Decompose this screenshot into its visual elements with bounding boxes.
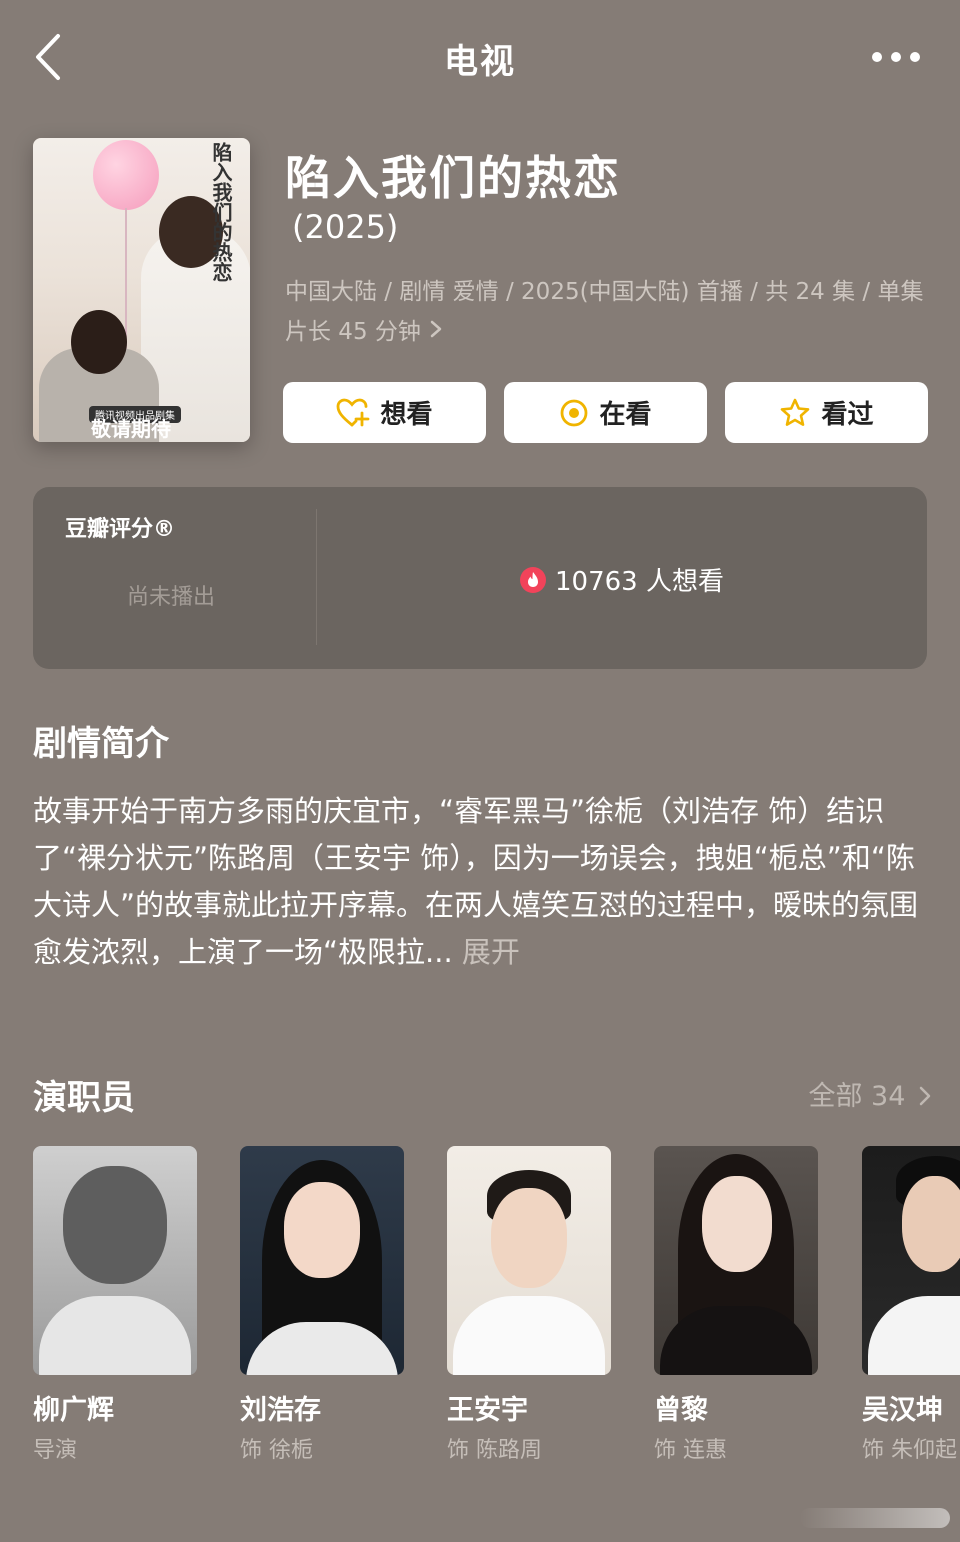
watched-label: 看过 [821, 400, 874, 430]
cast-name: 曾黎 [654, 1395, 708, 1426]
rating-card: 豆瓣评分® 尚未播出 10763 人想看 [33, 487, 927, 669]
cast-role: 饰 朱仰起 [862, 1438, 957, 1463]
cast-photo [240, 1146, 404, 1375]
cast-role: 饰 连惠 [654, 1438, 727, 1463]
show-title: 陷入我们的热恋 [285, 151, 621, 205]
poster-balloon [93, 140, 159, 210]
more-dot-icon [891, 52, 901, 62]
cast-view-all-link[interactable]: 全部 34 [808, 1074, 932, 1113]
chevron-right-icon [429, 312, 443, 352]
synopsis-heading: 剧情简介 [33, 724, 169, 764]
cast-photo [654, 1146, 818, 1375]
cast-name: 王安宇 [447, 1395, 528, 1426]
show-year: (2025) [292, 208, 399, 246]
chevron-right-icon [919, 1086, 931, 1106]
home-indicator [800, 1508, 950, 1528]
more-dot-icon [910, 52, 920, 62]
cast-role: 饰 徐栀 [240, 1438, 313, 1463]
wish-count: 10763 人想看 [555, 567, 724, 597]
cast-name: 吴汉坤 [862, 1395, 943, 1426]
cast-photo [862, 1146, 960, 1375]
cast-heading: 演职员 [33, 1078, 135, 1118]
heart-plus-icon [337, 398, 370, 426]
show-meta-text: 中国大陆 / 剧情 爱情 / 2025(中国大陆) 首播 / 共 24 集 / … [285, 279, 924, 345]
cast-card[interactable]: 刘浩存 饰 徐栀 [240, 1146, 404, 1463]
cast-card[interactable]: 柳广辉 导演 [33, 1146, 197, 1463]
rating-title: 豆瓣评分® [65, 517, 176, 542]
cast-card[interactable]: 王安宇 饰 陈路周 [447, 1146, 611, 1463]
nav-bar: 电视 [0, 0, 960, 115]
rating-divider [316, 509, 317, 645]
synopsis-expand-link[interactable]: 展开 [462, 935, 520, 969]
poster-footer-text: 敬请期待 [91, 417, 171, 441]
rating-status: 尚未播出 [127, 585, 216, 610]
page-title: 电视 [444, 42, 516, 82]
want-to-watch-label: 想看 [380, 400, 433, 430]
cast-role: 饰 陈路周 [447, 1438, 542, 1463]
synopsis-text-block: 故事开始于南方多雨的庆宜市，“睿军黑马”徐栀（刘浩存 饰）结识了“裸分状元”陈路… [33, 788, 933, 976]
cast-photo-head [902, 1176, 960, 1272]
show-poster[interactable]: 陷入我们的热恋 腾讯视频出品剧集 敬请期待 [33, 138, 250, 442]
poster-title-text: 陷入我们的热恋 [209, 142, 233, 282]
watching-button[interactable]: 在看 [504, 382, 707, 443]
more-dot-icon [872, 52, 882, 62]
cast-photo-head [702, 1176, 772, 1272]
cast-role: 导演 [33, 1438, 78, 1463]
cast-name: 刘浩存 [240, 1395, 321, 1426]
poster-figure-woman-head [71, 310, 127, 374]
cast-view-all-label: 全部 34 [808, 1081, 906, 1112]
cast-photo [447, 1146, 611, 1375]
cast-photo [33, 1146, 197, 1375]
wish-count-link[interactable]: 10763 人想看 [519, 561, 724, 598]
cast-name: 柳广辉 [33, 1395, 114, 1426]
star-icon [781, 398, 810, 426]
watching-label: 在看 [599, 400, 652, 430]
cast-card[interactable]: 曾黎 饰 连惠 [654, 1146, 818, 1463]
flame-icon [520, 566, 546, 593]
want-to-watch-button[interactable]: 想看 [283, 382, 486, 443]
cast-photo-head [491, 1188, 567, 1288]
show-meta-link[interactable]: 中国大陆 / 剧情 爱情 / 2025(中国大陆) 首播 / 共 24 集 / … [285, 272, 935, 352]
cast-photo-head [63, 1166, 167, 1284]
cast-photo-head [284, 1182, 360, 1278]
more-button[interactable] [872, 48, 920, 66]
target-icon [561, 399, 588, 426]
cast-card[interactable]: 吴汉坤 饰 朱仰起 [862, 1146, 960, 1466]
watched-button[interactable]: 看过 [725, 382, 928, 443]
